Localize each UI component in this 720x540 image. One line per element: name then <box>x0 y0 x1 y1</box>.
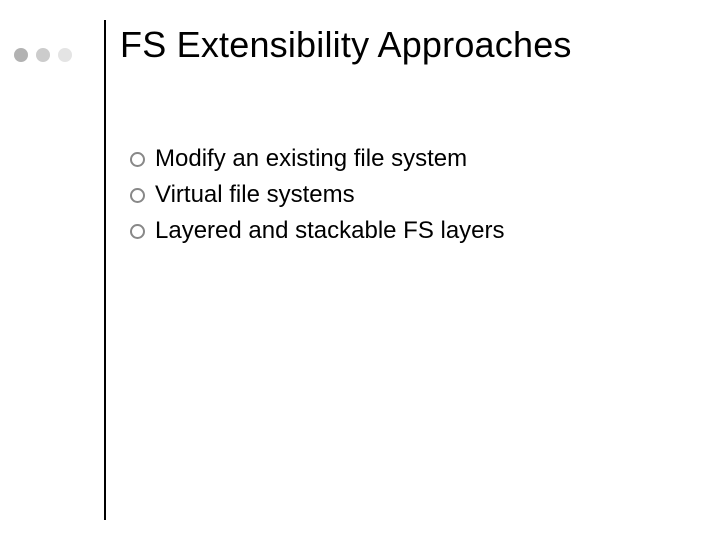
bullet-icon <box>130 188 145 203</box>
slide-title: FS Extensibility Approaches <box>120 24 572 66</box>
list-item-label: Modify an existing file system <box>155 142 467 176</box>
slide: FS Extensibility Approaches Modify an ex… <box>0 0 720 540</box>
dot-icon <box>14 48 28 62</box>
dot-icon <box>36 48 50 62</box>
dot-icon <box>58 48 72 62</box>
bullet-list: Modify an existing file system Virtual f… <box>130 142 670 250</box>
list-item: Modify an existing file system <box>130 142 670 176</box>
list-item-label: Virtual file systems <box>155 178 355 212</box>
list-item: Layered and stackable FS layers <box>130 214 670 248</box>
list-item-label: Layered and stackable FS layers <box>155 214 505 248</box>
list-item: Virtual file systems <box>130 178 670 212</box>
vertical-divider <box>104 20 106 520</box>
bullet-icon <box>130 152 145 167</box>
decorative-dots <box>14 48 72 62</box>
bullet-icon <box>130 224 145 239</box>
